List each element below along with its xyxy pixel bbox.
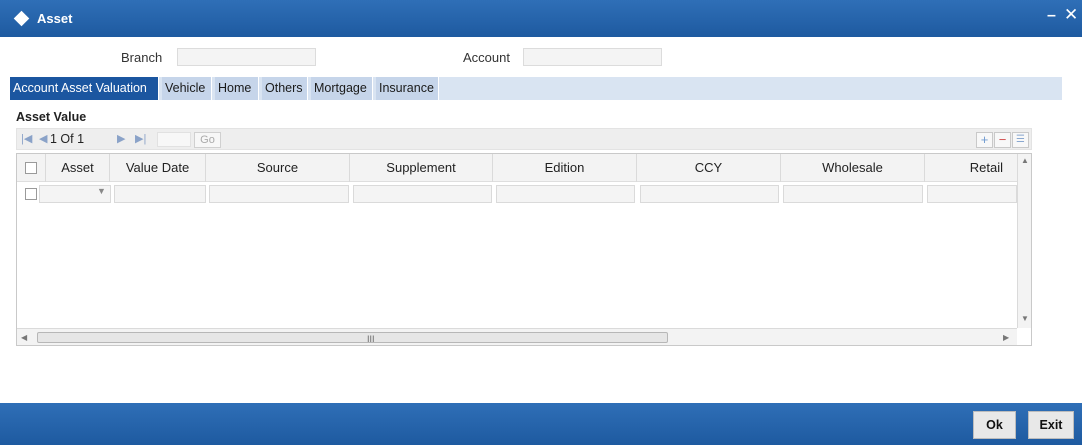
title-bar: Asset – ✕ — [0, 0, 1082, 37]
horizontal-scroll-thumb[interactable]: III — [37, 332, 668, 344]
wholesale-field[interactable] — [783, 185, 923, 203]
pager-toolbar: |◀ ◀ 1 Of 1 ▶ ▶| Go + − ☰ — [16, 128, 1032, 150]
column-header-ccy[interactable]: CCY — [637, 154, 781, 182]
go-button[interactable]: Go — [194, 132, 221, 148]
last-page-icon[interactable]: ▶| — [135, 132, 146, 145]
select-all-checkbox[interactable] — [25, 162, 37, 174]
column-header-value-date[interactable]: Value Date — [110, 154, 206, 182]
minimize-button[interactable]: – — [1047, 7, 1056, 25]
asset-value-grid: Asset Value Date Source Supplement Editi… — [16, 153, 1032, 346]
column-header-source[interactable]: Source — [206, 154, 350, 182]
source-field[interactable] — [209, 185, 349, 203]
exit-button[interactable]: Exit — [1028, 411, 1074, 439]
tab-mortgage[interactable]: Mortgage — [311, 77, 373, 100]
close-button[interactable]: ✕ — [1064, 5, 1078, 25]
vertical-scrollbar[interactable]: ▲ ▼ — [1017, 154, 1031, 328]
tab-account-asset-valuation[interactable]: Account Asset Valuation — [10, 77, 159, 100]
row-select-checkbox[interactable] — [25, 188, 37, 200]
footer-bar: Ok Exit — [0, 403, 1082, 445]
column-header-edition[interactable]: Edition — [493, 154, 637, 182]
account-label: Account — [463, 50, 510, 65]
edition-field[interactable] — [496, 185, 635, 203]
tab-insurance[interactable]: Insurance — [376, 77, 439, 100]
chevron-down-icon[interactable]: ▼ — [97, 186, 106, 196]
delete-row-icon[interactable]: − — [994, 132, 1011, 148]
grid-header: Asset Value Date Source Supplement Editi… — [17, 154, 1017, 182]
ccy-field[interactable] — [640, 185, 779, 203]
account-field[interactable] — [523, 48, 662, 66]
scroll-grip: III — [367, 334, 375, 344]
first-page-icon[interactable]: |◀ — [21, 132, 32, 145]
page-number-input[interactable] — [157, 132, 191, 147]
column-header-asset[interactable]: Asset — [46, 154, 110, 182]
column-header-supplement[interactable]: Supplement — [350, 154, 493, 182]
page-indicator: 1 Of 1 — [50, 132, 85, 146]
next-page-icon[interactable]: ▶ — [117, 132, 125, 145]
tab-others[interactable]: Others — [262, 77, 308, 100]
scroll-left-icon[interactable]: ◀ — [21, 333, 27, 342]
horizontal-scrollbar[interactable]: ◀ III ▶ — [17, 328, 1017, 345]
retail-field[interactable] — [927, 185, 1017, 203]
tab-vehicle[interactable]: Vehicle — [162, 77, 212, 100]
scroll-right-icon[interactable]: ▶ — [1003, 333, 1009, 342]
scroll-down-icon[interactable]: ▼ — [1021, 314, 1029, 323]
branch-label: Branch — [121, 50, 163, 65]
column-header-wholesale[interactable]: Wholesale — [781, 154, 925, 182]
scroll-up-icon[interactable]: ▲ — [1021, 156, 1029, 165]
branch-field[interactable] — [177, 48, 316, 66]
column-header-retail[interactable]: Retail — [925, 154, 1017, 182]
supplement-field[interactable] — [353, 185, 492, 203]
value-date-field[interactable] — [114, 185, 206, 203]
tab-home[interactable]: Home — [215, 77, 259, 100]
add-row-icon[interactable]: + — [976, 132, 993, 148]
asset-value-heading: Asset Value — [16, 110, 87, 124]
select-all-cell — [17, 154, 46, 182]
tab-strip: Account Asset Valuation Vehicle Home Oth… — [10, 77, 1062, 100]
window-title: Asset — [37, 11, 73, 26]
previous-page-icon[interactable]: ◀ — [39, 132, 47, 145]
app-diamond-icon — [13, 10, 30, 27]
single-view-icon[interactable]: ☰ — [1012, 132, 1029, 148]
ok-button[interactable]: Ok — [973, 411, 1016, 439]
